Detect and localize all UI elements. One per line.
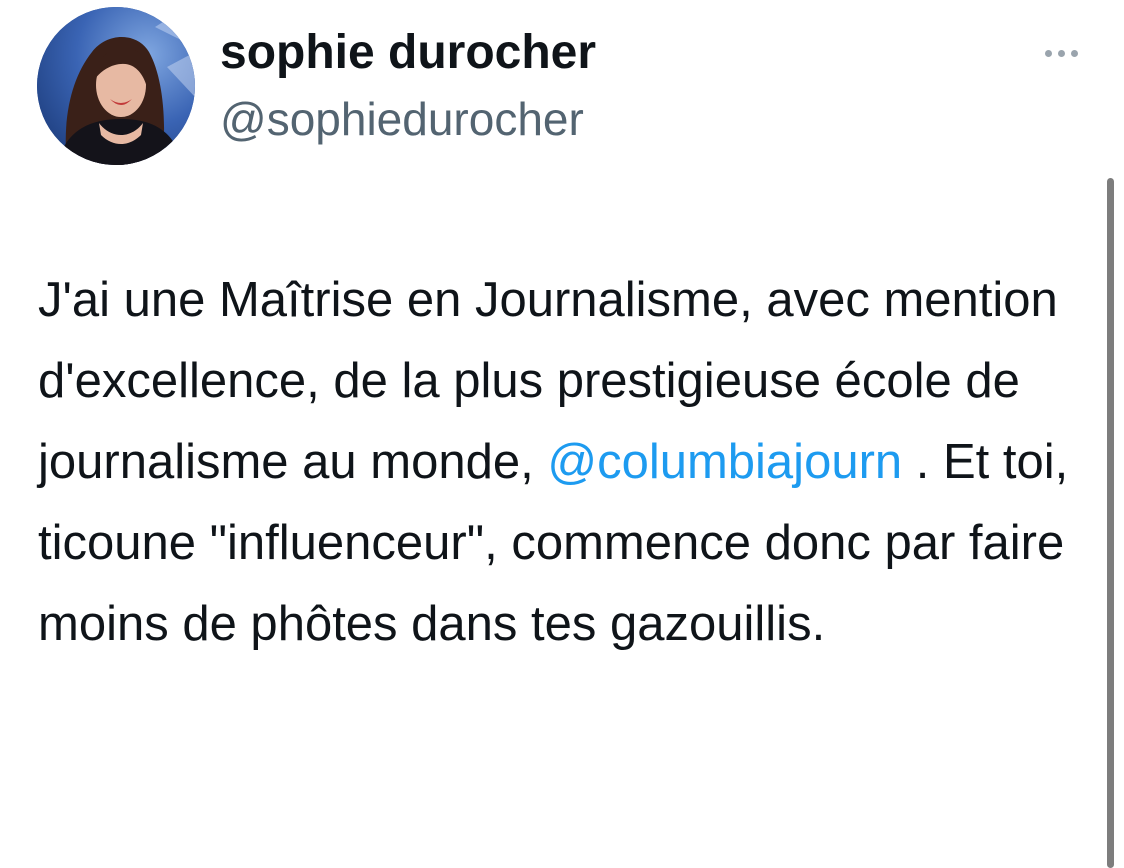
more-horizontal-icon xyxy=(1070,49,1078,57)
tweet-text: J'ai une Maîtrise en Journalisme, avec m… xyxy=(38,260,1098,665)
more-options-button[interactable] xyxy=(1036,38,1086,68)
profile-photo-icon xyxy=(37,7,195,165)
author-display-name[interactable]: sophie durocher xyxy=(220,24,596,82)
avatar[interactable] xyxy=(37,7,195,165)
more-horizontal-icon xyxy=(1057,49,1065,57)
mention-link[interactable]: @columbiajourn xyxy=(547,435,902,489)
tweet-card: sophie durocher @sophiedurocher J'ai une… xyxy=(0,0,1124,868)
more-horizontal-icon xyxy=(1044,49,1052,57)
scrollbar[interactable] xyxy=(1107,178,1114,868)
author-handle[interactable]: @sophiedurocher xyxy=(220,91,584,147)
